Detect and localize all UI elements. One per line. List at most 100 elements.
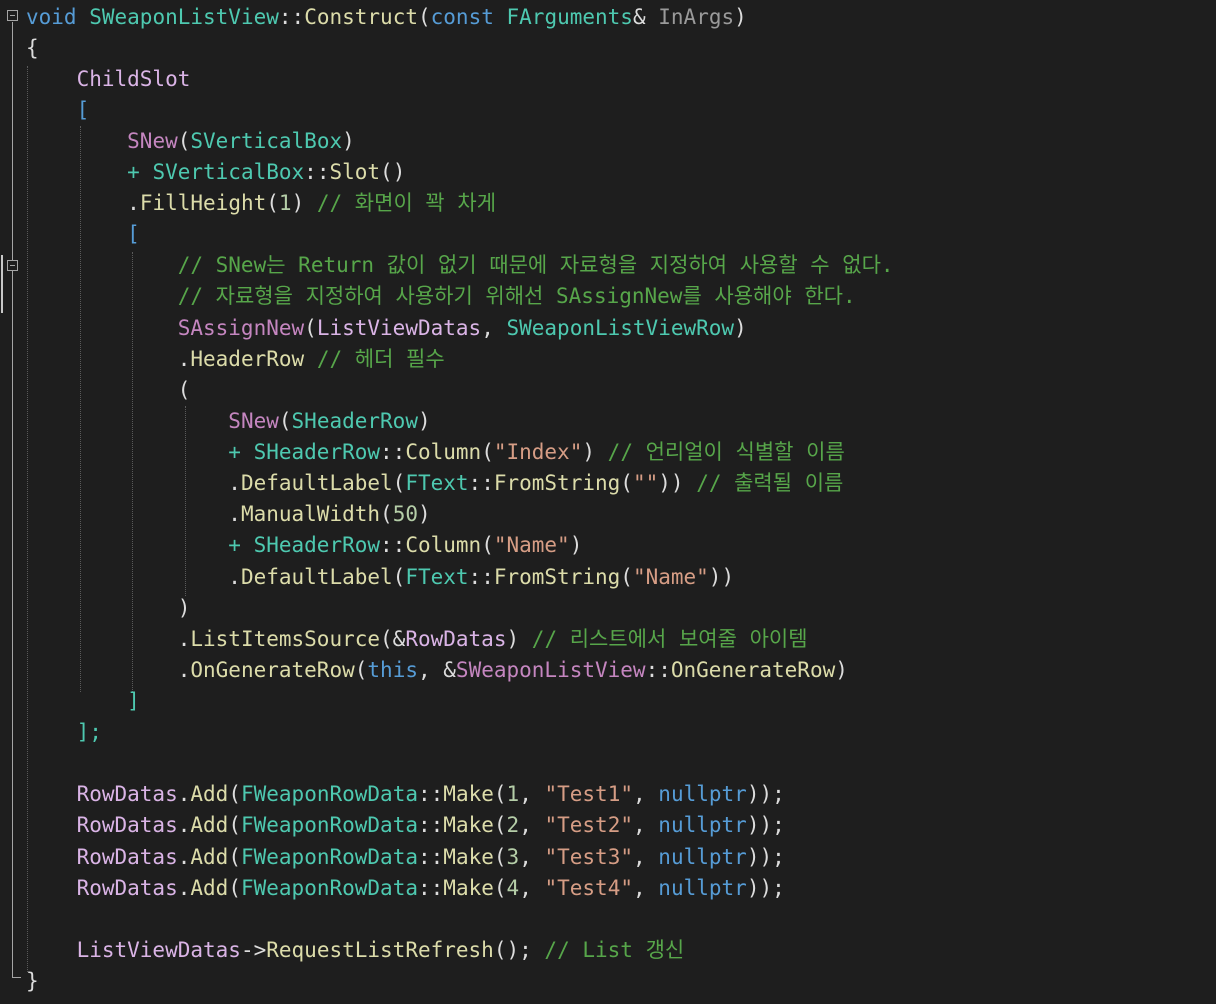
string-literal: "Index"	[493, 440, 583, 464]
number-literal: 1	[506, 782, 520, 806]
code-line[interactable]: (	[26, 375, 191, 406]
punctuation: )	[177, 596, 191, 620]
code-line[interactable]: SNew(SVerticalBox)	[26, 126, 355, 157]
code-line[interactable]: .OnGenerateRow(this, &SWeaponListView::O…	[26, 655, 848, 686]
code-line[interactable]: }	[26, 966, 39, 997]
code-line[interactable]: [	[26, 95, 90, 126]
punctuation: .	[177, 347, 191, 371]
punctuation: (	[493, 813, 507, 837]
punctuation: (	[228, 782, 241, 806]
punctuation: )	[342, 129, 355, 153]
function-name: DefaultLabel	[240, 471, 393, 495]
string-literal: ""	[632, 471, 659, 495]
member-variable: ListViewDatas	[316, 316, 482, 340]
code-line[interactable]: {	[26, 33, 39, 64]
code-line[interactable]: + SHeaderRow::Column("Index") // 언리얼이 식별…	[26, 437, 844, 468]
function-name: FillHeight	[139, 191, 267, 215]
code-line[interactable]: .ManualWidth(50)	[26, 499, 431, 530]
bracket: [	[76, 98, 90, 122]
punctuation: (	[354, 658, 368, 682]
number-literal: 4	[506, 876, 520, 900]
operator: +	[127, 160, 153, 184]
code-editor[interactable]: void SWeaponListView::Construct(const FA…	[0, 0, 1216, 1004]
code-line[interactable]: .DefaultLabel(FText::FromString("")) // …	[26, 468, 843, 499]
punctuation: (	[278, 409, 292, 433]
punctuation: (	[620, 471, 633, 495]
string-literal: "Name"	[632, 565, 709, 589]
fold-region-end	[12, 977, 21, 978]
function-name: Add	[190, 845, 229, 869]
punctuation: .	[177, 627, 191, 651]
code-line-function-signature[interactable]: void SWeaponListView::Construct(const FA…	[26, 2, 747, 33]
function-name: Make	[443, 782, 494, 806]
code-line[interactable]: .FillHeight(1) // 화면이 꽉 차게	[26, 188, 496, 219]
code-line[interactable]: ChildSlot	[26, 64, 191, 95]
punctuation: (	[177, 129, 191, 153]
string-literal: "Test2"	[544, 813, 633, 837]
code-line[interactable]: ];	[26, 717, 102, 748]
comment: // 리스트에서 보여줄 아이템	[531, 627, 808, 651]
number-literal: 2	[506, 813, 520, 837]
scope-operator: ::	[418, 782, 444, 806]
code-line[interactable]: .DefaultLabel(FText::FromString("Name"))	[26, 562, 734, 593]
type-name: FWeaponRowData	[240, 813, 418, 837]
type-name: FArguments	[506, 5, 633, 29]
scope-operator: ::	[418, 813, 444, 837]
operator: +	[228, 440, 254, 464]
punctuation: (	[304, 316, 317, 340]
keyword: nullptr	[658, 876, 747, 900]
punctuation: )	[506, 627, 520, 651]
punctuation: .	[177, 845, 191, 869]
keyword: nullptr	[658, 813, 747, 837]
code-line[interactable]: SNew(SHeaderRow)	[26, 406, 430, 437]
punctuation: (	[228, 845, 241, 869]
function-name: Column	[405, 533, 482, 557]
code-line[interactable]: + SVerticalBox::Slot()	[26, 157, 405, 188]
code-line[interactable]: .ListItemsSource(&RowDatas) // 리스트에서 보여줄…	[26, 624, 808, 655]
punctuation: )	[569, 533, 583, 557]
code-line[interactable]: RowDatas.Add(FWeaponRowData::Make(2, "Te…	[26, 810, 785, 841]
code-line[interactable]: RowDatas.Add(FWeaponRowData::Make(1, "Te…	[26, 779, 785, 810]
code-line[interactable]: SAssignNew(ListViewDatas, SWeaponListVie…	[26, 313, 747, 344]
punctuation: ));	[746, 876, 785, 900]
collapse-comment-icon[interactable]	[7, 260, 18, 271]
punctuation: ,	[481, 316, 507, 340]
punctuation: (	[481, 440, 494, 464]
punctuation: )	[417, 502, 431, 526]
string-literal: "Name"	[493, 533, 570, 557]
macro: SAssignNew	[177, 316, 305, 340]
punctuation: ))	[658, 471, 684, 495]
punctuation: (	[228, 876, 241, 900]
scope-operator: ::	[278, 5, 305, 29]
punctuation: (	[620, 565, 633, 589]
code-line[interactable]: [	[26, 219, 140, 250]
collapse-function-icon[interactable]	[7, 10, 18, 21]
punctuation: (	[228, 813, 241, 837]
macro: SNew	[127, 129, 178, 153]
class-name: SWeaponListView	[89, 5, 279, 29]
punctuation: (	[493, 845, 507, 869]
function-name: Make	[443, 876, 494, 900]
scope-operator: ::	[468, 471, 494, 495]
punctuation: (	[392, 471, 406, 495]
code-line[interactable]: + SHeaderRow::Column("Name")	[26, 530, 582, 561]
member-variable: RowDatas	[405, 627, 507, 651]
punctuation: .	[228, 565, 241, 589]
code-line[interactable]: RowDatas.Add(FWeaponRowData::Make(3, "Te…	[26, 842, 785, 873]
scope-operator: ::	[645, 658, 671, 682]
code-line[interactable]: // SNew는 Return 값이 없기 때문에 자료형을 지정하여 사용할 …	[26, 250, 894, 281]
member-variable: RowDatas	[76, 845, 178, 869]
code-line[interactable]: .HeaderRow // 헤더 필수	[26, 344, 445, 375]
code-line[interactable]: ListViewDatas->RequestListRefresh(); // …	[26, 935, 685, 966]
type-name: FText	[405, 565, 469, 589]
code-line[interactable]: )	[26, 593, 191, 624]
punctuation: )	[734, 316, 747, 340]
type-name: SHeaderRow	[253, 533, 381, 557]
type-name: SHeaderRow	[253, 440, 381, 464]
code-line[interactable]: ]	[26, 686, 140, 717]
punctuation: .	[228, 502, 241, 526]
function-name: OnGenerateRow	[190, 658, 355, 682]
fold-region-line	[12, 22, 13, 977]
code-line[interactable]: // 자료형을 지정하여 사용하기 위해선 SAssignNew를 사용해야 한…	[26, 281, 856, 312]
code-line[interactable]: RowDatas.Add(FWeaponRowData::Make(4, "Te…	[26, 873, 785, 904]
